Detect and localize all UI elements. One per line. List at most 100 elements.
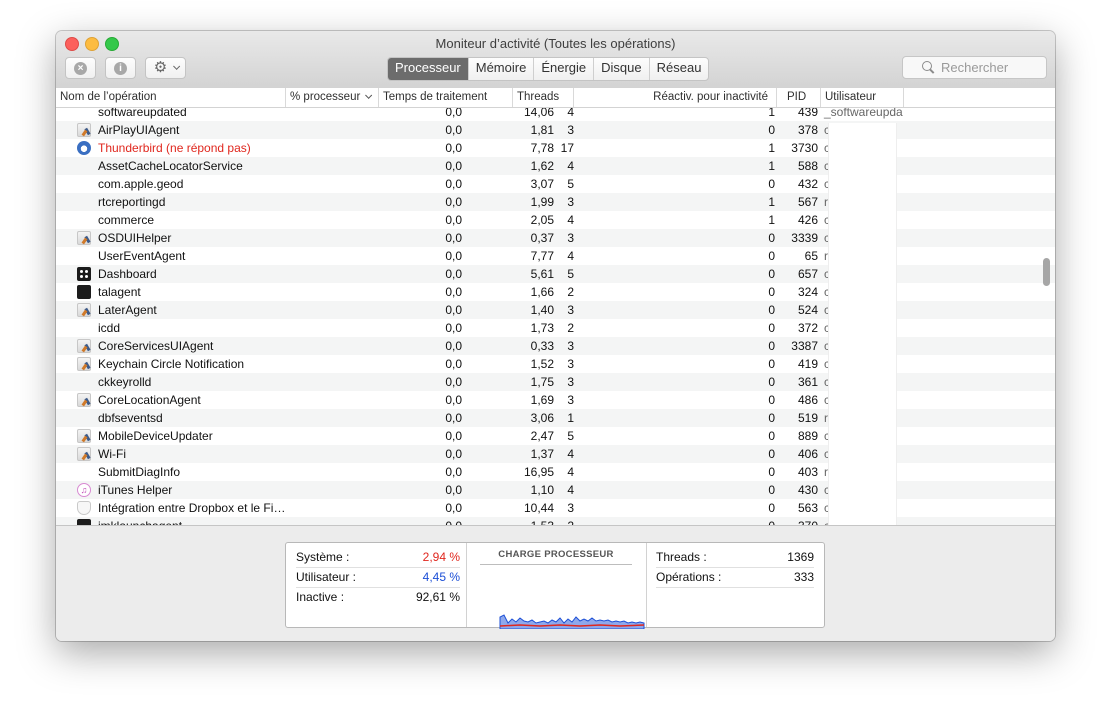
cell-pid: 588 xyxy=(797,159,818,173)
stat-idle-value: 92,61 % xyxy=(415,590,460,604)
table-row[interactable]: icdd 0,0 1,73 0 372 c 2 xyxy=(56,319,1055,337)
vertical-scrollbar-thumb[interactable] xyxy=(1043,258,1050,286)
table-row[interactable]: rtcreportingd 0,0 1,99 1 567 r 3 xyxy=(56,193,1055,211)
cell-react: 0 xyxy=(768,123,775,137)
cell-name: AssetCacheLocatorService xyxy=(98,159,243,173)
cell-react: 0 xyxy=(768,501,775,515)
column-header-react[interactable]: Réactiv. pour inactivité xyxy=(574,88,777,107)
column-header-threads[interactable]: Threads xyxy=(513,88,574,107)
black-icon xyxy=(77,285,91,299)
cell-time: 3,07 xyxy=(530,177,554,191)
table-row[interactable]: CoreServicesUIAgent 0,0 0,33 0 3387 c 3 xyxy=(56,337,1055,355)
cell-pid: 65 xyxy=(804,249,818,263)
column-header-pid[interactable]: PID xyxy=(777,88,821,107)
table-row[interactable]: SubmitDiagInfo 0,0 16,95 0 403 r 4 xyxy=(56,463,1055,481)
column-header-cpu[interactable]: % processeur xyxy=(286,88,379,107)
stop-process-button[interactable]: × xyxy=(65,57,96,79)
cell-time: 1,52 xyxy=(530,357,554,371)
cell-time: 1,62 xyxy=(530,159,554,173)
cell-react: 0 xyxy=(768,285,775,299)
tab-0[interactable]: Processeur xyxy=(388,58,468,80)
search-input[interactable] xyxy=(941,60,1041,75)
cpu-load-chart-title: CHARGE PROCESSEUR xyxy=(480,549,632,565)
table-row[interactable]: talagent 0,0 1,66 0 324 c 2 xyxy=(56,283,1055,301)
column-header-name[interactable]: Nom de l’opération xyxy=(56,88,286,107)
category-tabs: Processeur Mémoire Énergie Disque Réseau xyxy=(387,57,710,81)
cell-cpu: 0,0 xyxy=(445,447,462,461)
table-row[interactable]: Intégration entre Dropbox et le Fin... 0,… xyxy=(56,499,1055,517)
table-row[interactable]: ♫ iTunes Helper 0,0 1,10 0 430 c 4 xyxy=(56,481,1055,499)
cell-time: 2,05 xyxy=(530,213,554,227)
cell-pid: 432 xyxy=(797,177,818,191)
table-row[interactable]: UserEventAgent 0,0 7,77 0 65 r 4 xyxy=(56,247,1055,265)
table-row[interactable]: Thunderbird (ne répond pas) 0,0 7,78 1 3730 c… xyxy=(56,139,1055,157)
column-header-react-label: Réactiv. pour inactivité xyxy=(653,91,768,103)
cell-threads: 4 xyxy=(567,249,574,263)
inspect-process-button[interactable]: i xyxy=(105,57,136,79)
cell-react: 1 xyxy=(768,195,775,209)
table-row[interactable]: AssetCacheLocatorService 0,0 1,62 1 588 c 4 xyxy=(56,157,1055,175)
cell-react: 0 xyxy=(768,177,775,191)
cell-threads: 5 xyxy=(567,267,574,281)
sort-descending-icon xyxy=(365,91,373,99)
cell-threads: 3 xyxy=(567,123,574,137)
cell-react: 0 xyxy=(768,339,775,353)
cell-name: Wi-Fi xyxy=(98,447,126,461)
cell-name: ckkeyrolld xyxy=(98,375,152,389)
cpu-usage-summary: Système : 2,94 % Utilisateur : 4,45 % In… xyxy=(286,543,467,627)
cell-cpu: 0,0 xyxy=(445,411,462,425)
action-menu-button[interactable]: ⚙ xyxy=(145,57,186,79)
cell-pid: 563 xyxy=(797,501,818,515)
agent-icon xyxy=(77,429,91,443)
column-header-time-label: Temps de traitement xyxy=(383,91,488,103)
table-row[interactable]: AirPlayUIAgent 0,0 1,81 0 378 c 3 xyxy=(56,121,1055,139)
cell-cpu: 0,0 xyxy=(445,429,462,443)
cell-threads: 4 xyxy=(567,213,574,227)
cell-name: UserEventAgent xyxy=(98,249,186,263)
table-row[interactable]: Wi-Fi 0,0 1,37 0 406 c 4 xyxy=(56,445,1055,463)
table-row[interactable]: LaterAgent 0,0 1,40 0 524 c 3 xyxy=(56,301,1055,319)
table-row[interactable]: commerce 0,0 2,05 1 426 c 4 xyxy=(56,211,1055,229)
cell-pid: 361 xyxy=(797,375,818,389)
cell-name: dbfseventsd xyxy=(98,411,163,425)
tab-2[interactable]: Énergie xyxy=(533,58,593,80)
stat-idle: Inactive : 92,61 % xyxy=(296,587,460,607)
cell-react: 1 xyxy=(768,213,775,227)
cell-name: OSDUIHelper xyxy=(98,231,172,245)
cell-name: MobileDeviceUpdater xyxy=(98,429,213,443)
search-field[interactable] xyxy=(902,56,1047,79)
cell-cpu: 0,0 xyxy=(445,177,462,191)
table-row[interactable]: com.apple.geod 0,0 3,07 0 432 c 5 xyxy=(56,175,1055,193)
process-rows: softwareupdated 0,0 14,06 1 439 _softwareupda… xyxy=(56,103,1055,525)
column-header-time[interactable]: Temps de traitement xyxy=(379,88,513,107)
cell-time: 1,10 xyxy=(530,483,554,497)
cell-cpu: 0,0 xyxy=(445,303,462,317)
process-table[interactable]: Nom de l’opération % processeur Temps de… xyxy=(56,88,1055,525)
table-row[interactable]: CoreLocationAgent 0,0 1,69 0 486 c 3 xyxy=(56,391,1055,409)
table-row[interactable]: OSDUIHelper 0,0 0,37 0 3339 c 3 xyxy=(56,229,1055,247)
stop-icon: × xyxy=(74,61,87,75)
cell-react: 0 xyxy=(768,483,775,497)
cell-time: 1,37 xyxy=(530,447,554,461)
table-row[interactable]: Dashboard 0,0 5,61 0 657 c 5 xyxy=(56,265,1055,283)
gear-icon: ⚙ xyxy=(153,59,168,76)
table-row[interactable]: MobileDeviceUpdater 0,0 2,47 0 889 c 5 xyxy=(56,427,1055,445)
cell-name: LaterAgent xyxy=(98,303,157,317)
column-header-user[interactable]: Utilisateur xyxy=(821,88,904,107)
stat-operations-value: 333 xyxy=(793,570,814,584)
table-row[interactable]: Keychain Circle Notification 0,0 1,52 0 419 c… xyxy=(56,355,1055,373)
tab-4[interactable]: Réseau xyxy=(648,58,709,80)
table-row[interactable]: imklaunchagent0,01,530370c2 xyxy=(56,517,1055,525)
cell-time: 0,33 xyxy=(530,339,554,353)
table-row[interactable]: dbfseventsd 0,0 3,06 0 519 r 1 xyxy=(56,409,1055,427)
cell-cpu: 0,0 xyxy=(445,285,462,299)
agent-icon xyxy=(77,393,91,407)
cell-name: AirPlayUIAgent xyxy=(98,123,180,137)
table-row[interactable]: ckkeyrolld 0,0 1,75 0 361 c 3 xyxy=(56,373,1055,391)
cell-cpu: 0,0 xyxy=(445,339,462,353)
cell-time: 1,81 xyxy=(530,123,554,137)
cell-name: talagent xyxy=(98,285,141,299)
cell-threads: 3 xyxy=(567,375,574,389)
tab-1[interactable]: Mémoire xyxy=(467,58,534,80)
tab-3[interactable]: Disque xyxy=(593,58,648,80)
